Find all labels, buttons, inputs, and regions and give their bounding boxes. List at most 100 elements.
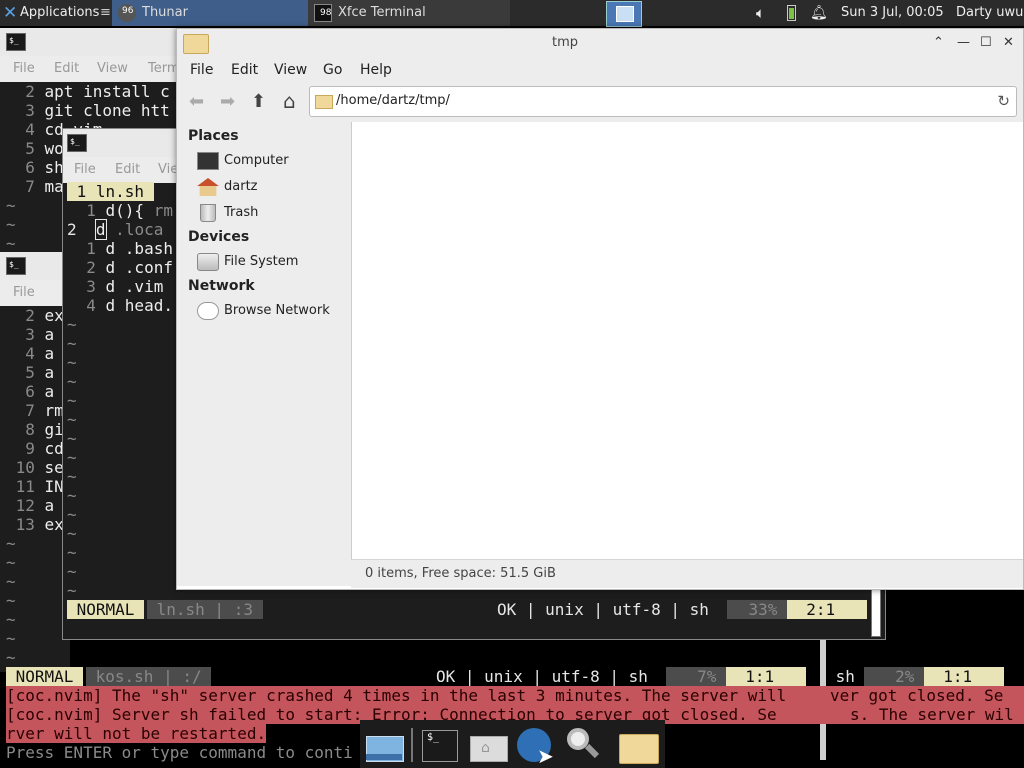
close-button[interactable]: ✕ [1003,35,1014,51]
thunar-menubar: File Edit View Go Help [177,58,1023,82]
terminal-icon: $_ [6,33,26,51]
menu-file[interactable]: File [74,157,96,183]
scrollbar[interactable] [871,589,881,637]
sidebar-header-network: Network [188,278,255,294]
taskbar-thunar[interactable]: 96 Thunar [112,0,308,26]
vim-cursor-pos: 2:1 [787,600,867,619]
home-icon[interactable]: ⌂ [283,89,296,113]
workspace-switcher[interactable] [606,1,642,27]
filesystem-icon [197,253,219,271]
maximize-button[interactable]: ☐ [980,35,992,51]
line-number: 2 [6,82,45,101]
terminal-titlebar[interactable]: $_ [0,252,70,280]
menu-edit[interactable]: Edit [54,56,79,82]
sidebar-item-network[interactable]: Browse Network [197,300,347,322]
menu-terminal[interactable]: Term [148,56,180,82]
clock[interactable]: Sun 3 Jul, 00:05 [841,0,944,26]
volume-icon[interactable]: 🔈︎ [756,0,765,26]
line-text: ex [44,515,64,534]
sidebar-header-devices: Devices [188,229,250,245]
menu-edit[interactable]: Edit [231,58,258,82]
code-line: 13 ex [6,515,64,534]
vim-mode: NORMAL [67,600,145,619]
menu-view[interactable]: View [97,56,128,82]
file-manager-launcher-icon[interactable]: ⌂ [468,726,508,764]
empty-line-marker: ~ [67,353,77,372]
minimize-button[interactable]: — [957,35,970,51]
empty-line-marker: ~ [6,234,16,253]
user-name[interactable]: Darty uwu [956,0,1023,26]
sidebar-item-trash[interactable]: Trash [197,202,347,224]
trash-icon [200,204,216,222]
menu-view[interactable]: View [274,58,307,82]
sidebar-item-label: Computer [224,153,289,168]
file-view[interactable] [352,122,1023,559]
sidebar-item-home[interactable]: dartz [197,176,347,198]
empty-line-marker: ~ [67,581,77,600]
vim-mode: NORMAL [6,667,84,686]
taskbar-thunar-label: Thunar [142,5,188,20]
terminal-launcher-icon[interactable]: $_ [420,726,460,764]
error-line-1-right: ver got closed. Se [830,686,1004,705]
folder-launcher-icon[interactable] [617,726,659,764]
show-desktop-icon[interactable] [364,726,404,764]
terminal-titlebar[interactable]: $_ [0,28,180,56]
reload-icon[interactable]: ↻ [997,92,1010,110]
line-number: 4 [67,296,106,315]
dock: $_ ⌂ ➤ [360,720,665,768]
empty-line-marker: ~ [6,648,16,667]
sidebar-item-computer[interactable]: Computer [197,150,347,172]
menu-file[interactable]: File [13,280,35,306]
empty-line-marker: ~ [67,543,77,562]
notification-bell-icon[interactable]: 🔔︎ [810,0,828,26]
battery-icon[interactable] [787,5,796,21]
line-text: a [44,344,55,363]
vim-cursor-pos-2: 1:1 [924,667,1004,686]
search-icon[interactable] [563,726,603,764]
up-arrow-icon[interactable]: ⬆ [251,91,266,112]
menu-edit[interactable]: Edit [115,157,140,183]
taskbar-terminal[interactable]: 98 Xfce Terminal [308,0,510,26]
line-text: gi [44,420,64,439]
line-text: ma [44,177,64,196]
sidebar-item-filesystem[interactable]: File System [197,251,347,273]
menu-file[interactable]: File [13,56,35,82]
line-text: d head. [105,296,173,315]
line-number: 3 [6,325,45,344]
location-folder-icon [315,95,333,109]
thunar-toolbar: ⬅ ➡ ⬆ ⌂ /home/dartz/tmp/ ↻ [177,82,1023,123]
line-number: 9 [6,439,45,458]
code-line: 2 apt install c [6,82,170,101]
back-arrow-icon[interactable]: ⬅ [189,91,204,112]
empty-line-marker: ~ [67,562,77,581]
code-line: 5 a [6,363,54,382]
enter-prompt: Press ENTER or type command to conti [6,743,353,762]
web-browser-launcher-icon[interactable]: ➤ [515,726,555,768]
line-text: a [44,363,55,382]
line-number: 2 [67,220,96,239]
location-bar[interactable]: /home/dartz/tmp/ ↻ [309,86,1017,117]
forward-arrow-icon[interactable]: ➡ [220,91,235,112]
location-path: /home/dartz/tmp/ [336,93,450,108]
empty-line-marker: ~ [67,315,77,334]
vim-tab[interactable]: 1 ln.sh [67,182,154,201]
vim-percent-2: 2% [864,667,924,686]
thunar-titlebar[interactable]: tmp ⌃ — ☐ ✕ [177,29,1023,59]
line-number: 7 [6,401,45,420]
menu-help[interactable]: Help [360,58,392,82]
applications-menu-button[interactable]: ✕ Applications ≡ [0,0,111,26]
empty-line-marker: ~ [67,391,77,410]
empty-line-marker: ~ [67,429,77,448]
menu-go[interactable]: Go [323,58,342,82]
shade-button[interactable]: ⌃ [933,35,944,51]
sidebar-item-label: Trash [224,205,259,220]
thunar-window[interactable]: tmp ⌃ — ☐ ✕ File Edit View Go Help ⬅ ➡ ⬆… [176,28,1024,590]
code-line: 7 rm [6,401,64,420]
terminal-window-mid[interactable]: $_ File 2 ex 3 a 4 a 5 a 6 a 7 rm 8 gi 9… [0,252,70,672]
vim-file-format: OK | unix | utf-8 | sh [436,667,658,686]
menu-file[interactable]: File [190,58,213,82]
line-number: 4 [6,344,45,363]
vim-file-info: ln.sh | :3 [147,600,263,619]
code-line: 5 wo [6,139,64,158]
line-number: 4 [6,120,45,139]
